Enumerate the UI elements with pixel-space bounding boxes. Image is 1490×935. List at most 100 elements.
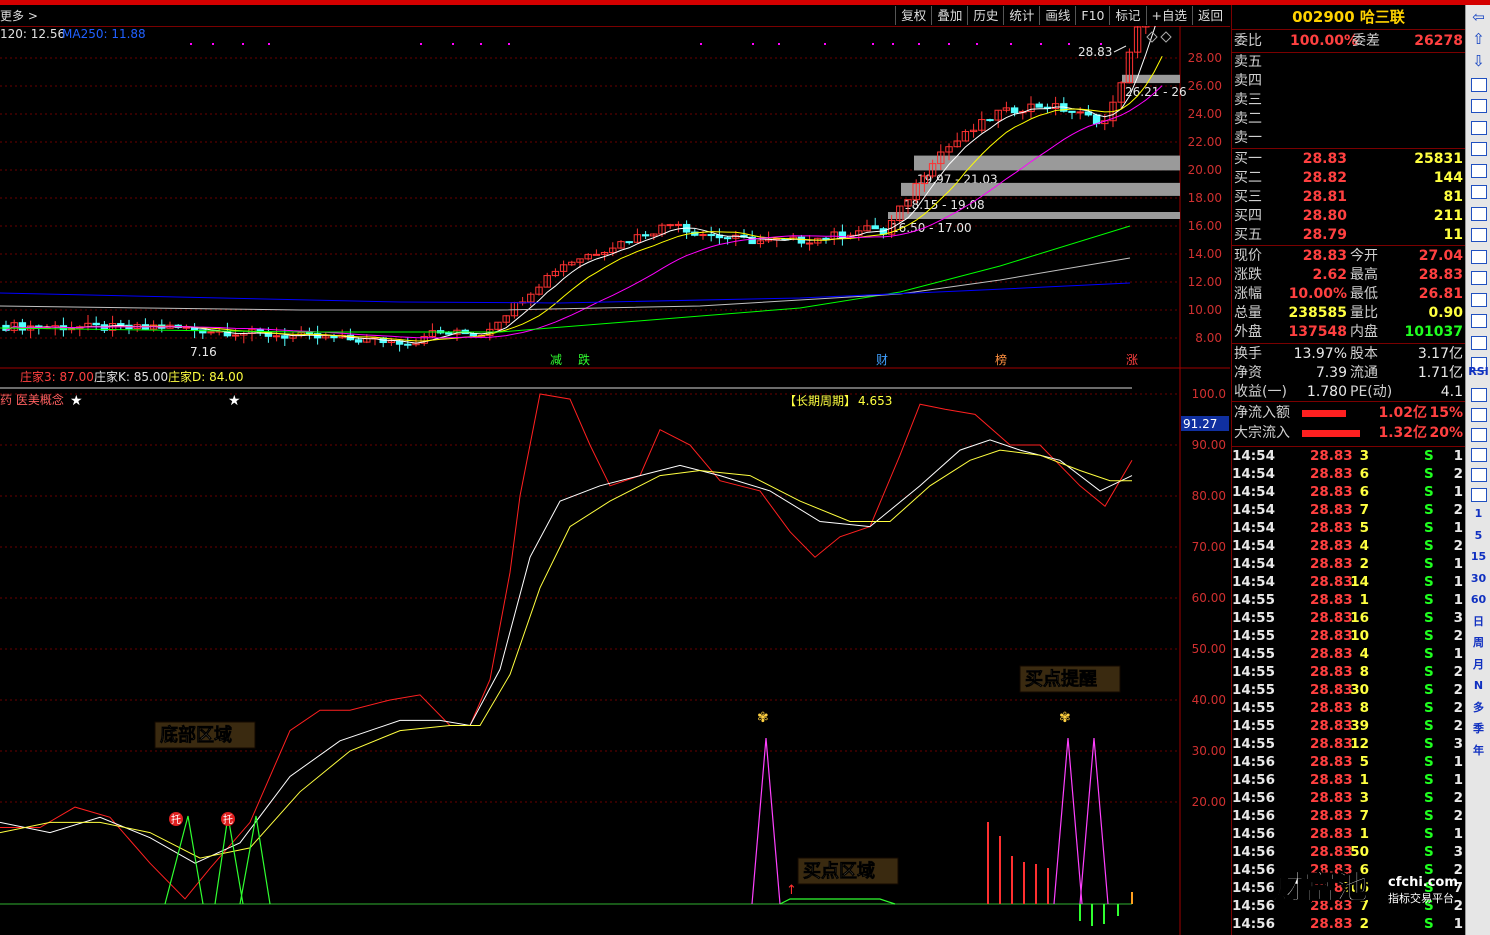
candle[interactable]	[1010, 107, 1019, 114]
candle[interactable]	[231, 334, 240, 337]
sidebar-item-4[interactable]: 30	[1468, 570, 1489, 588]
stat-label: 流通	[1350, 365, 1378, 381]
candle[interactable]	[281, 335, 289, 339]
candle[interactable]	[445, 332, 453, 335]
candle[interactable]	[1035, 103, 1043, 108]
tool-icon[interactable]	[1468, 385, 1489, 403]
tool-icon[interactable]	[1468, 333, 1489, 351]
toolbar-btn-1[interactable]: 叠加	[931, 6, 967, 25]
candle[interactable]	[1068, 110, 1076, 113]
sidebar-item-7[interactable]: 周	[1468, 634, 1489, 652]
event-marker[interactable]: 榜	[995, 352, 1007, 367]
candle[interactable]	[625, 241, 633, 244]
flow-label: 大宗流入	[1234, 425, 1290, 441]
tick-row: 14:54 28.83 4 S 2	[1232, 537, 1465, 555]
sidebar-item-6[interactable]: 日	[1468, 613, 1489, 631]
tool-icon[interactable]	[1468, 465, 1489, 483]
tool-icon[interactable]	[1468, 485, 1489, 503]
sidebar-item-1[interactable]: 1	[1468, 505, 1489, 523]
weibi-value: 100.00%	[1290, 33, 1359, 49]
tool-icon[interactable]	[1468, 425, 1489, 443]
sidebar-item-5[interactable]: 60	[1468, 591, 1489, 609]
tool-icon[interactable]	[1468, 445, 1489, 463]
toolbar-btn-7[interactable]: +自选	[1145, 6, 1192, 25]
tool-icon[interactable]	[1468, 118, 1489, 136]
nav-arrow-icon[interactable]: ⇦	[1468, 8, 1489, 26]
nav-arrow-icon[interactable]: ⇧	[1468, 30, 1489, 48]
tool-icon[interactable]	[1468, 183, 1489, 201]
tool-icon[interactable]	[1468, 161, 1489, 179]
candle[interactable]	[272, 335, 281, 338]
tick-cell: 2	[1359, 556, 1369, 572]
tool-icon[interactable]	[1468, 269, 1489, 287]
price-chart[interactable]: 28.00 26.00 24.00 22.00 20.00 18.00 16.00 14.00…	[0, 26, 1230, 935]
candle[interactable]	[18, 322, 27, 331]
sidebar-item-12[interactable]: 年	[1468, 742, 1489, 760]
event-marker[interactable]: 减	[550, 353, 562, 367]
diamond-icon[interactable]	[1160, 31, 1172, 43]
tick-cell: S	[1424, 772, 1434, 788]
support-zone	[888, 212, 1180, 219]
tool-icon[interactable]	[1468, 405, 1489, 423]
candle[interactable]	[723, 237, 732, 240]
candle[interactable]	[707, 234, 715, 237]
tuo-badge[interactable]: 托	[171, 813, 181, 826]
candle[interactable]	[354, 339, 363, 343]
event-marker[interactable]: 跌	[578, 352, 590, 367]
candle[interactable]	[641, 234, 650, 237]
candle[interactable]	[674, 223, 683, 226]
more-menu[interactable]: 更多 >	[0, 7, 38, 24]
tool-icon[interactable]	[1468, 204, 1489, 222]
tick-cell: 14:55	[1232, 646, 1275, 662]
candle[interactable]	[92, 322, 100, 326]
candle[interactable]	[1092, 114, 1101, 125]
tuo-badge[interactable]: 托	[223, 813, 233, 826]
tool-icon[interactable]	[1468, 247, 1489, 265]
tick-row: 14:55 28.83 30 S 2	[1232, 681, 1465, 699]
tick-cell: S	[1424, 448, 1434, 464]
tool-icon[interactable]	[1468, 97, 1489, 115]
tick-cell: 14:56	[1232, 790, 1275, 806]
toolbar-btn-5[interactable]: F10	[1075, 6, 1109, 25]
candle[interactable]	[666, 224, 674, 227]
sidebar-item-10[interactable]: 多	[1468, 699, 1489, 717]
toolbar-btn-0[interactable]: 复权	[895, 6, 931, 25]
candle[interactable]	[986, 119, 994, 122]
toolbar-btn-8[interactable]: 返回	[1191, 6, 1228, 25]
sidebar-item-9[interactable]: N	[1468, 677, 1489, 695]
event-marker[interactable]: 财	[876, 353, 888, 367]
tick-cell: 14:56	[1232, 844, 1275, 860]
candle[interactable]	[1076, 111, 1084, 114]
candle[interactable]	[404, 343, 412, 346]
tool-icon[interactable]	[1468, 75, 1489, 93]
toolbar-btn-4[interactable]: 画线	[1039, 6, 1075, 25]
tick-cell: 14	[1350, 574, 1369, 590]
nav-arrow-icon[interactable]: ⇩	[1468, 52, 1489, 70]
sidebar-item-8[interactable]: 月	[1468, 656, 1489, 674]
candle[interactable]	[871, 225, 879, 230]
indicator-chart[interactable]: 100.0 90.00 80.00 70.00 60.00 50.00 40.00 30.00…	[0, 369, 1229, 926]
sidebar-item-0[interactable]: RSI	[1468, 363, 1489, 381]
sidebar-item-11[interactable]: 季	[1468, 720, 1489, 738]
tool-icon[interactable]	[1468, 312, 1489, 330]
toolbar-btn-2[interactable]: 历史	[967, 6, 1003, 25]
stat-value: 137548	[1288, 324, 1347, 340]
flow-value: 1.02亿	[1378, 405, 1427, 421]
candle[interactable]	[305, 332, 314, 335]
candle[interactable]	[805, 242, 814, 245]
candle[interactable]	[592, 253, 601, 256]
candle[interactable]	[699, 234, 707, 237]
tool-icon[interactable]	[1468, 226, 1489, 244]
sidebar-item-2[interactable]: 5	[1468, 527, 1489, 545]
chart-area[interactable]: 28.00 26.00 24.00 22.00 20.00 18.00 16.00 14.00…	[0, 26, 1230, 935]
candle[interactable]	[822, 237, 830, 240]
tool-icon[interactable]	[1468, 140, 1489, 158]
toolbar-btn-3[interactable]: 统计	[1003, 6, 1039, 25]
sidebar-item-3[interactable]: 15	[1468, 548, 1489, 566]
event-marker[interactable]: 涨	[1126, 352, 1138, 367]
toolbar-btn-6[interactable]: 标记	[1109, 6, 1145, 25]
quote-panel: 002900 哈三联 委比 100.00% 委差 26278 卖五 卖四 卖三 卖二 卖一 买一 2…	[1231, 5, 1465, 935]
tool-icon[interactable]	[1468, 290, 1489, 308]
buy-level-label: 买五	[1234, 227, 1262, 243]
stat-value: 4.1	[1440, 384, 1463, 400]
